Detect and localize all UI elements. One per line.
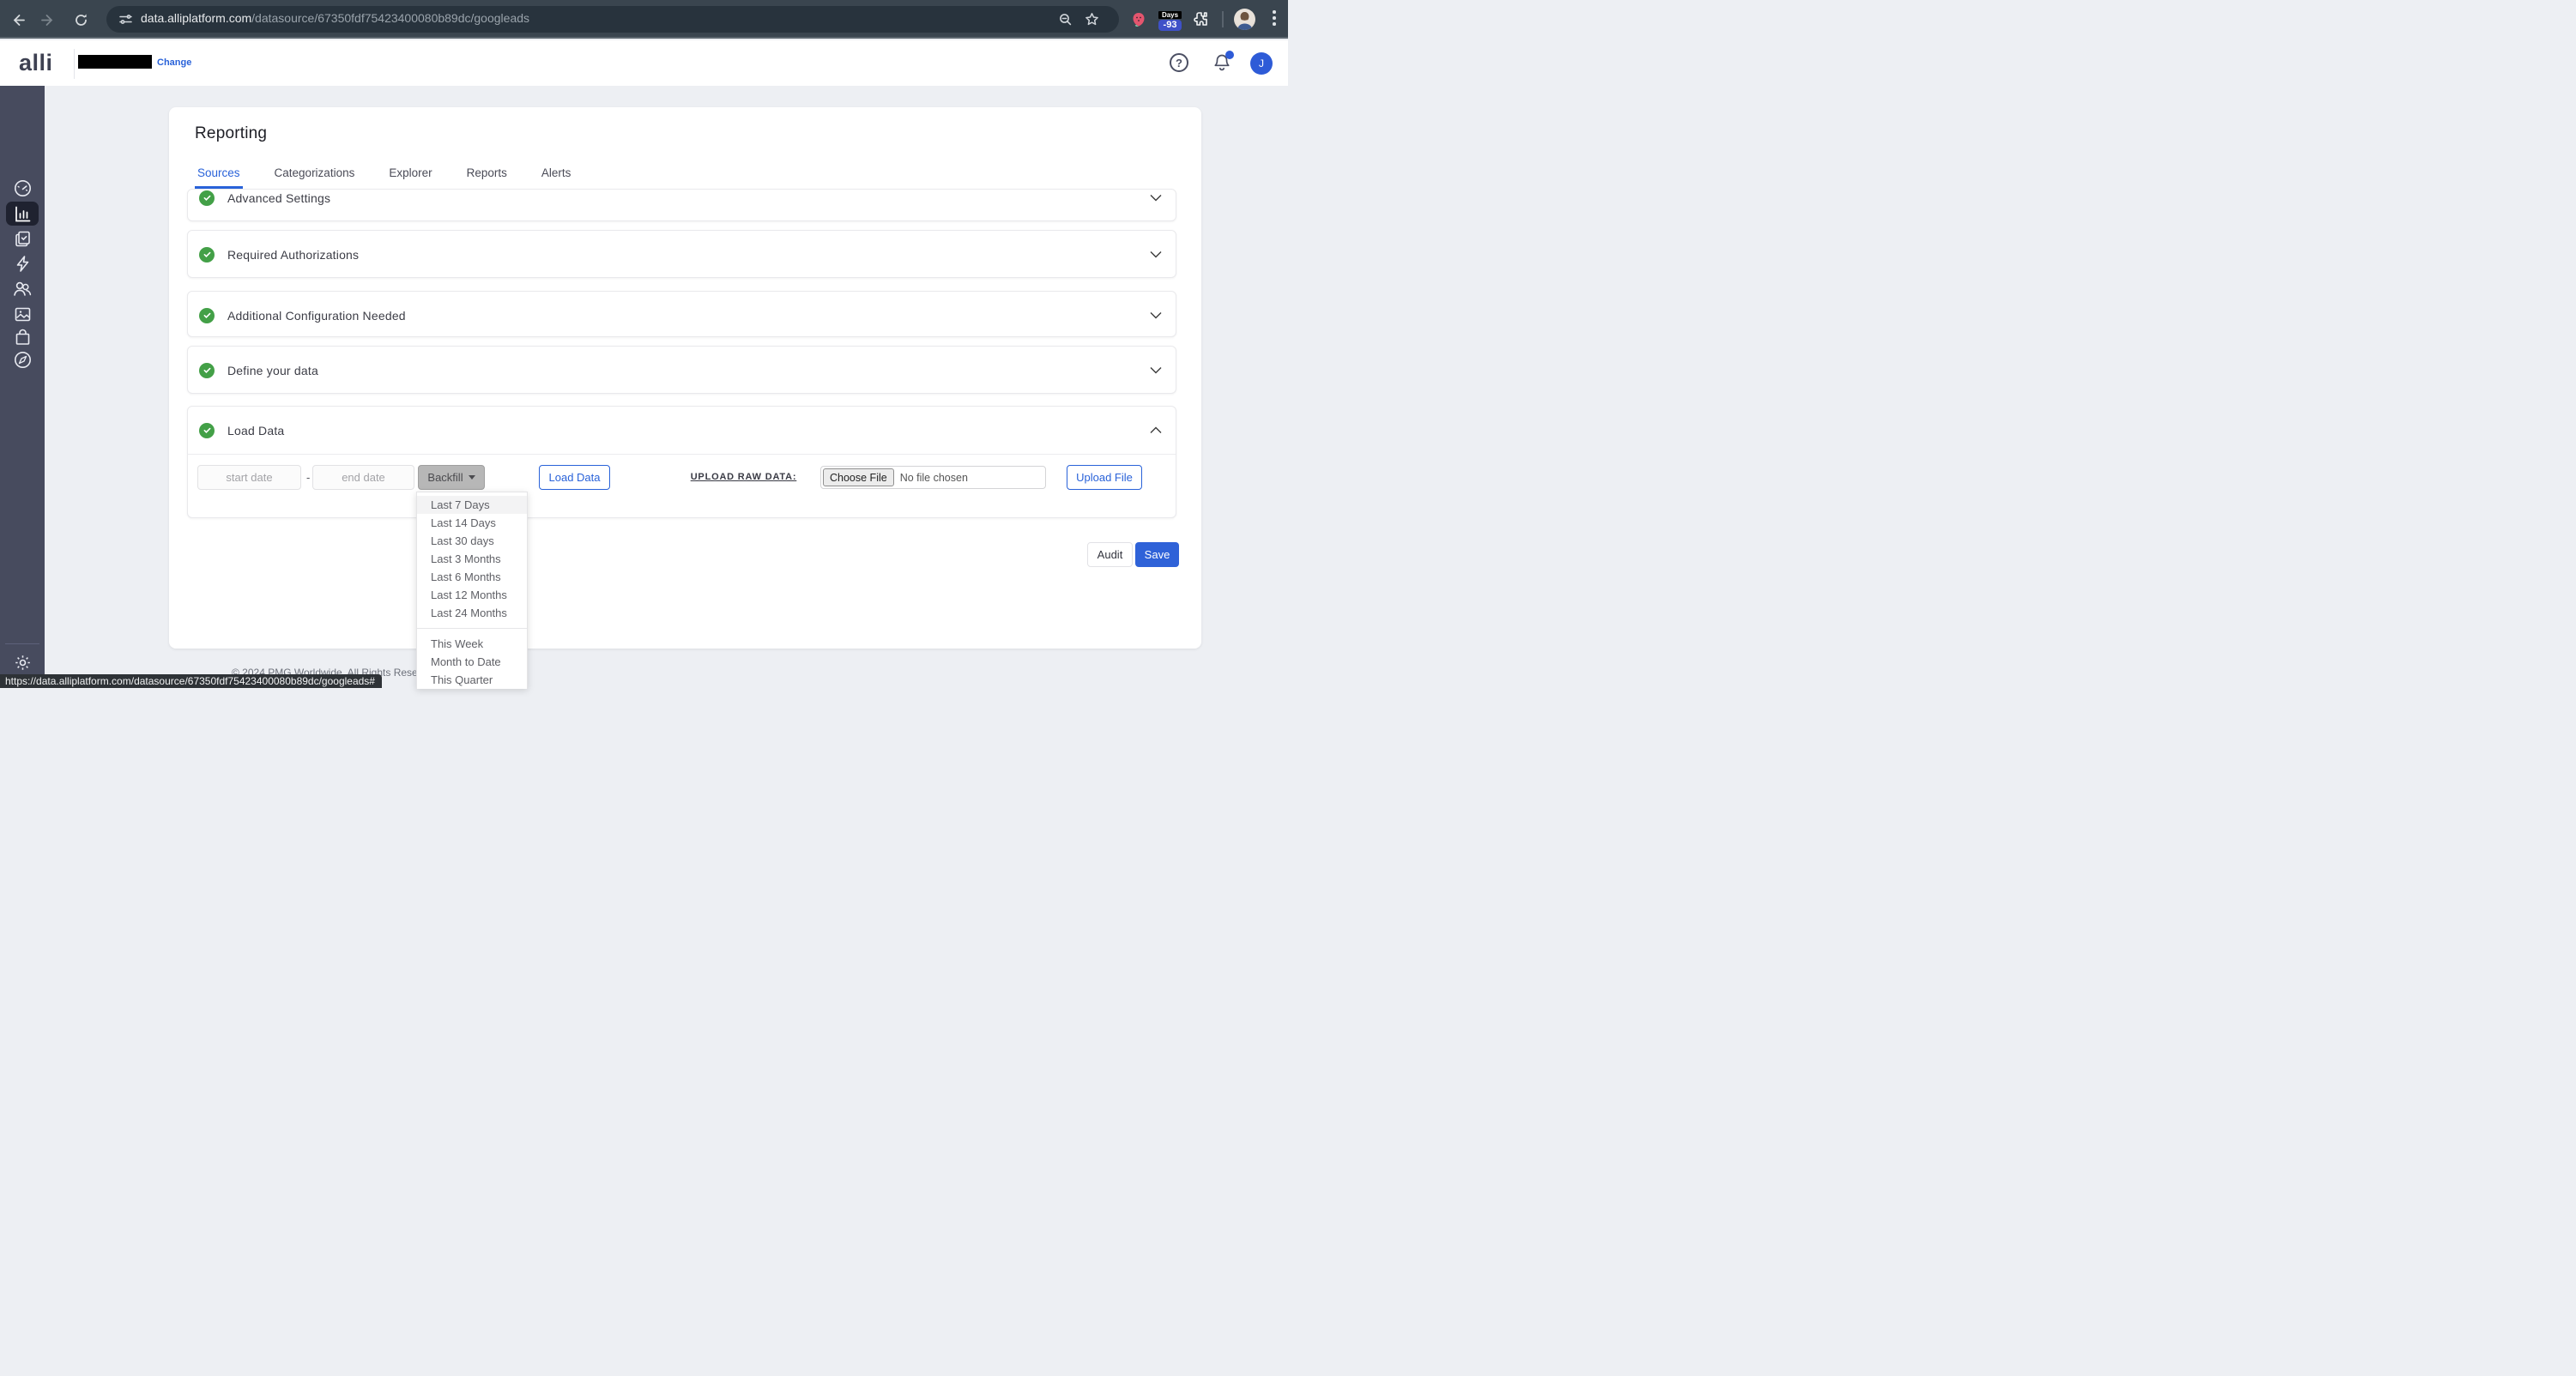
days-extension-badge[interactable]: Days -93 [1158, 11, 1182, 31]
strawberry-extension-icon[interactable] [1130, 10, 1147, 49]
menu-item-last-24-months[interactable]: Last 24 Months [417, 604, 527, 622]
menu-item-last-6-months[interactable]: Last 6 Months [417, 568, 527, 586]
screen: { "browser": { "url": { "domain": "data.… [0, 0, 1288, 688]
user-avatar[interactable]: J [1250, 52, 1273, 75]
status-bar-link: https://data.alliplatform.com/datasource… [0, 674, 382, 688]
section-title: Load Data [227, 424, 284, 438]
sidebar-item-lightning-icon[interactable] [12, 253, 33, 274]
days-extension-label: Days [1158, 11, 1182, 19]
section-load-data: Load Data - Backfill Load Data UPLOAD RA… [187, 406, 1176, 518]
check-circle-icon [199, 308, 215, 323]
url-path: /datasource/67350fdf75423400080b89dc/goo… [251, 11, 529, 25]
extensions-puzzle-icon[interactable] [1192, 10, 1209, 27]
help-icon[interactable]: ? [1170, 53, 1188, 72]
menu-item-this-week[interactable]: This Week [417, 635, 527, 653]
page-title: Reporting [195, 124, 267, 143]
menu-item-month-to-date[interactable]: Month to Date [417, 653, 527, 671]
section-define-your-data[interactable]: Define your data [187, 346, 1176, 394]
url-domain: data.alliplatform.com [141, 11, 251, 25]
check-circle-icon [199, 363, 215, 378]
chevron-down-icon[interactable] [1150, 311, 1162, 319]
site-info-icon[interactable] [118, 12, 133, 27]
menu-divider [417, 628, 527, 629]
notification-dot [1225, 51, 1234, 59]
section-title: Required Authorizations [227, 248, 359, 262]
notifications-bell-icon[interactable] [1212, 52, 1232, 73]
menu-item-last-12-months[interactable]: Last 12 Months [417, 586, 527, 604]
tab-categorizations[interactable]: Categorizations [272, 160, 358, 189]
upload-file-button[interactable]: Upload File [1067, 465, 1142, 490]
address-bar[interactable]: data.alliplatform.com/datasource/67350fd… [106, 6, 1119, 33]
upload-raw-data-label: UPLOAD RAW DATA: [681, 465, 806, 490]
sidebar-item-shopping-bag-icon[interactable] [12, 327, 33, 347]
sidebar-item-clipboard-check-icon[interactable] [12, 228, 33, 249]
menu-item-last-14-days[interactable]: Last 14 Days [417, 514, 527, 532]
browser-menu-icon[interactable] [1273, 10, 1276, 28]
app-header: alli Change ? J [0, 40, 1288, 86]
section-additional-configuration[interactable]: Additional Configuration Needed [187, 291, 1176, 337]
start-date-input[interactable] [197, 465, 301, 490]
section-title: Advanced Settings [227, 191, 330, 205]
section-title: Define your data [227, 364, 318, 377]
sidebar-item-compass-icon[interactable] [12, 349, 33, 370]
tab-alerts[interactable]: Alerts [539, 160, 574, 189]
tab-explorer[interactable]: Explorer [386, 160, 434, 189]
days-extension-value: -93 [1158, 20, 1182, 31]
tab-reports[interactable]: Reports [464, 160, 510, 189]
backfill-dropdown-button[interactable]: Backfill [418, 465, 485, 490]
section-divider [188, 454, 1176, 455]
menu-item-this-quarter[interactable]: This Quarter [417, 671, 527, 689]
sidebar-divider [5, 643, 39, 644]
chevron-down-icon[interactable] [1150, 366, 1162, 374]
menu-item-last-7-days[interactable]: Last 7 Days [417, 496, 527, 514]
chevron-down-icon[interactable] [1150, 250, 1162, 258]
section-advanced-settings[interactable]: Advanced Settings [187, 189, 1176, 221]
check-circle-icon [199, 247, 215, 263]
section-title: Additional Configuration Needed [227, 309, 406, 323]
zoom-out-icon[interactable] [1059, 13, 1073, 27]
menu-item-last-3-months[interactable]: Last 3 Months [417, 550, 527, 568]
sidebar-settings-gear-icon[interactable] [12, 652, 33, 673]
section-load-data-header[interactable]: Load Data [188, 407, 1176, 454]
caret-down-icon [469, 475, 475, 480]
bookmark-star-icon[interactable] [1085, 12, 1099, 27]
chevron-down-icon[interactable] [1150, 194, 1162, 202]
client-name-redacted [78, 55, 152, 69]
save-button[interactable]: Save [1135, 542, 1179, 567]
backfill-dropdown-menu: Last 7 Days Last 14 Days Last 30 days La… [416, 492, 528, 689]
sidebar-item-gauge-icon[interactable] [12, 178, 33, 198]
choose-file-button[interactable]: Choose File [823, 468, 894, 486]
url-text: data.alliplatform.com/datasource/67350fd… [141, 11, 529, 25]
chevron-up-icon[interactable] [1150, 426, 1162, 434]
file-input[interactable]: Choose File No file chosen [820, 466, 1046, 489]
sidebar-item-people-icon[interactable] [12, 279, 33, 299]
sidebar-item-image-icon[interactable] [12, 304, 33, 324]
alli-logo: alli [19, 50, 53, 76]
header-divider [74, 49, 75, 79]
back-icon[interactable] [7, 9, 27, 30]
sidebar-item-bar-chart-icon[interactable] [12, 203, 33, 224]
browser-profile-avatar[interactable] [1234, 9, 1255, 30]
audit-button[interactable]: Audit [1087, 542, 1133, 567]
date-range-separator: - [306, 465, 310, 490]
load-data-button[interactable]: Load Data [539, 465, 610, 490]
change-link[interactable]: Change [157, 57, 191, 68]
sidebar-nav [0, 86, 45, 688]
no-file-chosen-text: No file chosen [900, 472, 968, 484]
reporting-panel: Reporting Sources Categorizations Explor… [169, 107, 1201, 649]
section-required-authorizations[interactable]: Required Authorizations [187, 230, 1176, 278]
tab-sources[interactable]: Sources [195, 160, 243, 189]
toolbar-separator [1222, 11, 1224, 27]
browser-toolbar: data.alliplatform.com/datasource/67350fd… [0, 0, 1288, 39]
tab-bar: Sources Categorizations Explorer Reports… [195, 160, 602, 189]
backfill-label: Backfill [427, 471, 463, 484]
forward-icon[interactable] [38, 9, 58, 30]
menu-item-last-30-days[interactable]: Last 30 days [417, 532, 527, 550]
check-circle-icon [199, 190, 215, 206]
end-date-input[interactable] [312, 465, 414, 490]
reload-icon[interactable] [70, 9, 91, 30]
check-circle-icon [199, 423, 215, 438]
